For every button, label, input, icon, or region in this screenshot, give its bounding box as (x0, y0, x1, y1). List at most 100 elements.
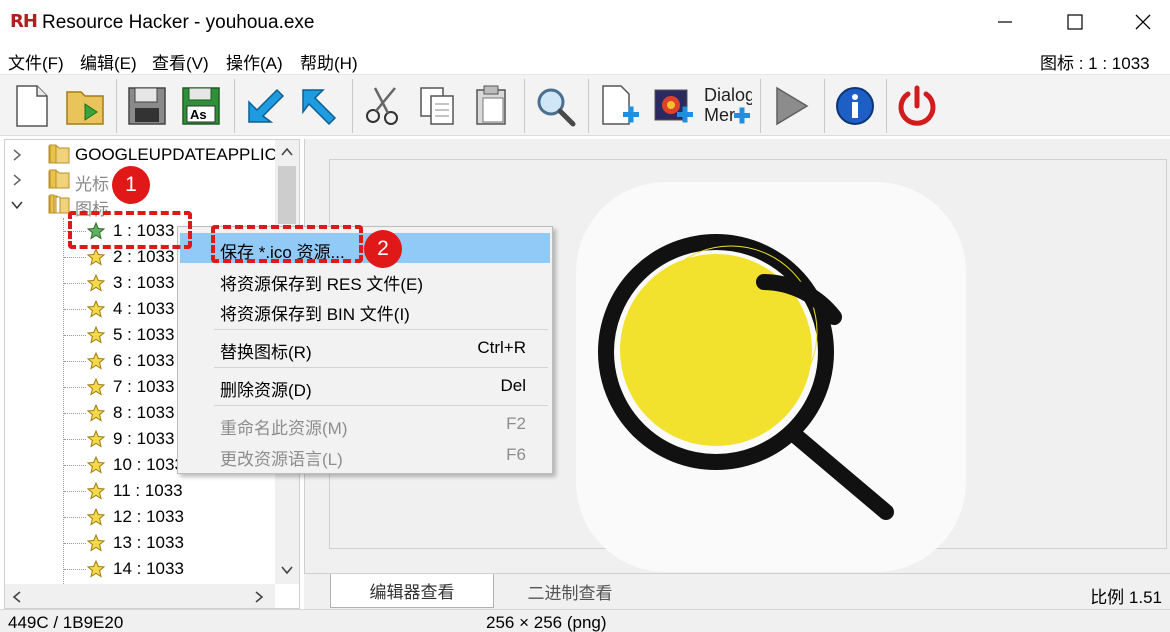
menu-item-label: 更改资源语言(L) (220, 450, 343, 469)
add-image-resource-button[interactable] (648, 81, 698, 131)
menu-item-save-res[interactable]: 将资源保存到 RES 文件(E) (180, 265, 550, 295)
tree-horizontal-scrollbar[interactable] (5, 584, 275, 608)
star-icon (87, 248, 105, 266)
open-file-button[interactable] (60, 81, 110, 131)
tree-leaf-icon-resource[interactable]: 11 : 1033 (5, 478, 275, 504)
save-as-button[interactable]: As (176, 81, 226, 131)
chevron-right-icon[interactable] (11, 174, 23, 186)
tree-leaf-label: 5 : 1033 (113, 325, 175, 344)
exit-button[interactable] (892, 81, 942, 131)
arrow-forward-icon (302, 89, 337, 126)
menu-item-shortcut: Del (500, 376, 526, 395)
back-button[interactable] (240, 81, 290, 131)
save-disk-icon (128, 87, 166, 125)
scroll-right-icon[interactable] (253, 590, 265, 604)
run-script-button[interactable] (766, 81, 816, 131)
add-blank-resource-icon (602, 85, 639, 125)
svg-text:Dialog: Dialog (704, 85, 752, 105)
context-menu: 保存 *.ico 资源... 将资源保存到 RES 文件(E) 将资源保存到 B… (177, 226, 553, 474)
copy-button[interactable] (412, 81, 462, 131)
star-icon (87, 404, 105, 422)
menu-item-replace-icon[interactable]: 替换图标(R) Ctrl+R (180, 333, 550, 363)
add-dialog-menu-button[interactable]: Dialog Mer (702, 81, 752, 131)
tree-leaf-label: 4 : 1033 (113, 299, 175, 318)
menu-item-rename-resource: 重命名此资源(M) F2 (180, 409, 550, 439)
menu-bar: 文件(F) 编辑(E) 查看(V) 操作(A) 帮助(H) 图标 : 1 : 1… (0, 44, 1170, 74)
play-icon (776, 86, 809, 126)
tree-leaf-label: 11 : 1033 (113, 481, 183, 500)
find-button[interactable] (530, 81, 580, 131)
open-folder-icon (48, 194, 70, 214)
menu-file[interactable]: 文件(F) (8, 49, 64, 74)
save-as-icon: As (182, 87, 220, 125)
tree-leaf-icon-resource[interactable]: 12 : 1033 (5, 504, 275, 530)
arrow-back-icon (248, 88, 285, 123)
folder-icon (48, 169, 70, 189)
app-logo-icon: RH (10, 11, 38, 32)
tree-leaf-icon-resource[interactable]: 13 : 1033 (5, 530, 275, 556)
tree-node-label: GOOGLEUPDATEAPPLICA (75, 145, 289, 164)
maximize-button[interactable] (1050, 0, 1100, 44)
tab-editor-view[interactable]: 编辑器查看 (330, 574, 494, 608)
app-icon-preview (576, 182, 966, 572)
star-icon (87, 300, 105, 318)
scroll-down-icon[interactable] (280, 564, 294, 576)
tab-binary-view[interactable]: 二进制查看 (510, 574, 630, 608)
menu-help[interactable]: 帮助(H) (300, 49, 358, 74)
current-resource-label: 图标 : 1 : 1033 (1040, 54, 1150, 73)
tree-leaf-label: 14 : 1033 (113, 559, 184, 578)
callout-badge-1: 1 (112, 166, 150, 204)
menu-item-delete-resource[interactable]: 删除资源(D) Del (180, 371, 550, 401)
callout-badge-2: 2 (364, 230, 402, 268)
star-icon (87, 508, 105, 526)
resource-hacker-window: RH Resource Hacker - youhoua.exe 文件(F) 编… (0, 0, 1170, 632)
tree-leaf-label: 8 : 1033 (113, 403, 175, 422)
status-offset: 449C / 1B9E20 (8, 613, 124, 632)
menu-view[interactable]: 查看(V) (152, 49, 209, 74)
add-blank-resource-button[interactable] (594, 81, 644, 131)
status-image-info: 256 × 256 (png) (486, 613, 607, 632)
tree-leaf-label: 9 : 1033 (113, 429, 175, 448)
status-bar: 449C / 1B9E20 256 × 256 (png) (0, 609, 1170, 632)
star-icon (87, 352, 105, 370)
new-file-button[interactable] (6, 81, 56, 131)
chevron-right-icon[interactable] (11, 149, 23, 161)
scroll-up-icon[interactable] (280, 146, 294, 158)
star-icon (87, 430, 105, 448)
chevron-down-icon[interactable] (11, 199, 23, 211)
copy-icon (420, 87, 454, 125)
menu-edit[interactable]: 编辑(E) (80, 49, 137, 74)
svg-text:As: As (190, 107, 207, 122)
scrollbar-thumb[interactable] (278, 166, 296, 224)
paste-button[interactable] (466, 81, 516, 131)
tree-node[interactable]: GOOGLEUPDATEAPPLICA (5, 142, 288, 168)
tree-leaf-label: 2 : 1033 (113, 247, 175, 266)
menu-item-label: 重命名此资源(M) (220, 419, 348, 438)
save-button[interactable] (122, 81, 172, 131)
about-button[interactable] (830, 81, 880, 131)
star-icon (87, 534, 105, 552)
title-bar: RH Resource Hacker - youhoua.exe (0, 0, 1170, 44)
menu-item-label: 替换图标(R) (220, 343, 312, 362)
menu-item-save-bin[interactable]: 将资源保存到 BIN 文件(I) (180, 295, 550, 325)
star-icon (87, 378, 105, 396)
tree-leaf-icon-resource[interactable]: 14 : 1033 (5, 556, 275, 582)
maximize-icon (1067, 14, 1083, 30)
forward-button[interactable] (294, 81, 344, 131)
tree-leaf-label: 13 : 1033 (113, 533, 184, 552)
star-icon (87, 326, 105, 344)
dialog-menu-icon: Dialog Mer (704, 85, 752, 125)
star-icon (87, 482, 105, 500)
new-file-icon (16, 85, 48, 127)
menu-action[interactable]: 操作(A) (226, 49, 283, 74)
scissors-icon (366, 87, 398, 125)
info-icon (836, 87, 874, 125)
close-button[interactable] (1118, 0, 1168, 44)
menu-item-shortcut: F2 (506, 414, 526, 433)
magnifier-icon (537, 88, 576, 127)
cut-button[interactable] (358, 81, 408, 131)
menu-item-label: 将资源保存到 BIN 文件(I) (220, 305, 410, 324)
scroll-left-icon[interactable] (11, 590, 23, 604)
yellow-magnifier-icon (598, 234, 894, 520)
minimize-button[interactable] (980, 0, 1030, 44)
